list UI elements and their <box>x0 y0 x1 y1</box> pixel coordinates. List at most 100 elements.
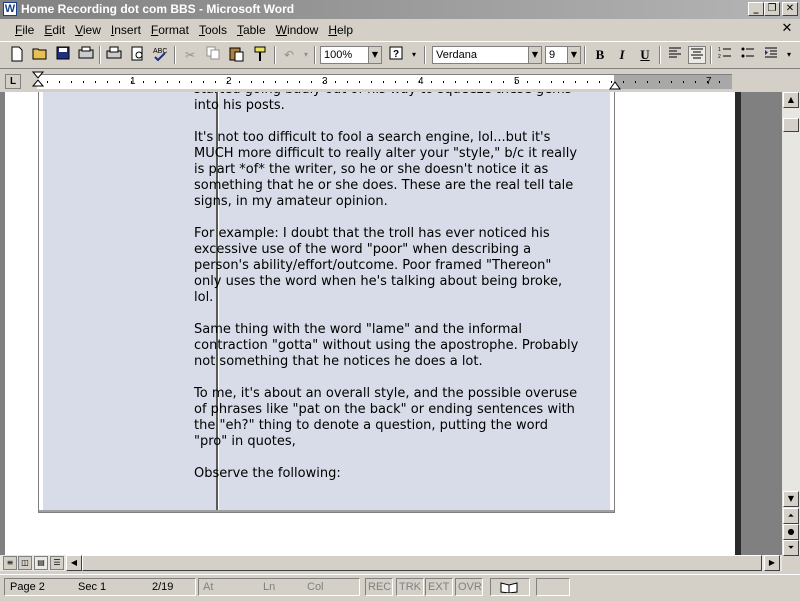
select-browse-object-icon[interactable]: ● <box>783 524 799 540</box>
ruler-area: L 1 2 3 4 5 7 <box>0 70 800 92</box>
document-page[interactable]: started going badly out of his way to sq… <box>5 92 741 555</box>
undo-dropdown-icon[interactable]: ▾ <box>297 46 315 64</box>
toolbar-separator <box>424 46 426 64</box>
close-button[interactable]: ✕ <box>782 2 798 16</box>
scroll-right-icon[interactable]: ▶ <box>764 555 780 571</box>
toolbar-options-icon[interactable]: ▾ <box>780 46 798 64</box>
copy-icon[interactable] <box>204 46 222 64</box>
right-indent-marker-icon[interactable] <box>609 80 621 90</box>
paragraph[interactable]: For example: I doubt that the troll has … <box>194 226 579 306</box>
document-close-icon[interactable]: ✕ <box>780 22 794 36</box>
paragraph[interactable]: Same thing with the word "lame" and the … <box>194 322 579 370</box>
new-document-icon[interactable] <box>8 46 26 64</box>
horizontal-ruler[interactable]: 1 2 3 4 5 7 <box>32 71 732 90</box>
vertical-scrollbar[interactable]: ▲ ▼ ⏶ ● ⏷ <box>782 92 800 556</box>
paragraph[interactable]: started going badly out of his way to sq… <box>194 92 579 114</box>
horizontal-scroll-thumb[interactable] <box>82 555 762 571</box>
status-ext[interactable]: EXT <box>428 578 449 596</box>
toolbar-separator <box>314 46 316 64</box>
menu-window[interactable]: Window <box>271 23 324 37</box>
restore-button[interactable]: ❐ <box>764 2 780 16</box>
font-name-select[interactable]: Verdana ▼ <box>432 46 542 64</box>
toolbar-options-icon[interactable]: ▾ <box>405 46 423 64</box>
document-text[interactable]: started going badly out of his way to sq… <box>194 92 579 498</box>
scroll-thumb[interactable] <box>783 118 799 132</box>
menu-bar: File Edit View Insert Format Tools Table… <box>0 19 800 42</box>
permission-icon[interactable] <box>77 46 95 64</box>
menu-file[interactable]: File <box>10 23 39 37</box>
scroll-up-icon[interactable]: ▲ <box>783 92 799 108</box>
menu-table[interactable]: Table <box>232 23 271 37</box>
cut-icon[interactable]: ✂ <box>181 46 199 64</box>
ruler-tick <box>203 81 204 83</box>
menu-insert[interactable]: Insert <box>106 23 146 37</box>
toolbar-separator <box>584 46 586 64</box>
ruler-tick <box>347 81 348 83</box>
align-center-icon[interactable] <box>688 46 706 64</box>
numbering-icon[interactable]: 12 <box>716 46 734 64</box>
print-icon[interactable] <box>105 46 123 64</box>
status-bar: Page 2 Sec 1 2/19 At Ln Col REC TRK EXT … <box>0 574 800 601</box>
undo-icon[interactable]: ↶ <box>280 46 298 64</box>
spelling-icon[interactable]: ABC <box>152 46 170 64</box>
chevron-down-icon[interactable]: ▼ <box>567 47 580 63</box>
menu-format[interactable]: Format <box>146 23 194 37</box>
italic-button[interactable]: I <box>613 46 631 64</box>
indent-icon[interactable] <box>762 46 780 64</box>
scroll-left-icon[interactable]: ◀ <box>66 555 82 571</box>
minimize-button[interactable]: _ <box>748 2 764 16</box>
word-app-icon[interactable]: W <box>3 2 17 16</box>
paragraph[interactable]: It's not too difficult to fool a search … <box>194 130 579 210</box>
previous-page-icon[interactable]: ⏶ <box>783 508 799 524</box>
indent-marker-icon[interactable] <box>32 71 44 93</box>
ruler-tick <box>119 81 120 83</box>
toolbar-separator <box>659 46 661 64</box>
print-layout-icon[interactable]: ▤ <box>34 556 48 570</box>
chevron-down-icon[interactable]: ▼ <box>528 47 541 63</box>
table-cell-left[interactable] <box>43 92 218 512</box>
outline-view-icon[interactable]: ☰ <box>50 556 64 570</box>
save-icon[interactable] <box>54 46 72 64</box>
ruler-tick <box>167 81 168 83</box>
toolbar-separator <box>174 46 176 64</box>
align-left-icon[interactable] <box>666 46 684 64</box>
menu-tools[interactable]: Tools <box>194 23 232 37</box>
next-page-icon[interactable]: ⏷ <box>783 540 799 556</box>
book-icon[interactable] <box>500 581 518 596</box>
open-folder-icon[interactable] <box>31 46 49 64</box>
ruler-tick <box>383 81 384 83</box>
print-preview-icon[interactable] <box>129 46 147 64</box>
ruler-tick <box>359 81 360 83</box>
paragraph[interactable]: Observe the following: <box>194 466 579 482</box>
svg-text:1: 1 <box>718 47 721 53</box>
help-icon[interactable]: ? <box>387 46 405 64</box>
status-trk[interactable]: TRK <box>399 578 421 596</box>
tab-stop-button[interactable]: L <box>5 74 21 89</box>
status-ovr[interactable]: OVR <box>458 578 482 596</box>
menu-help[interactable]: Help <box>323 23 358 37</box>
scroll-down-icon[interactable]: ▼ <box>783 491 799 507</box>
chevron-down-icon[interactable]: ▼ <box>368 47 381 63</box>
status-line: Ln <box>263 581 276 593</box>
menu-view[interactable]: View <box>70 23 106 37</box>
web-layout-icon[interactable]: ◫ <box>18 556 32 570</box>
ruler-tick <box>503 81 504 83</box>
menu-edit[interactable]: Edit <box>39 23 70 37</box>
paragraph[interactable]: To me, it's about an overall style, and … <box>194 386 579 450</box>
normal-view-icon[interactable]: ≡ <box>3 556 17 570</box>
bullets-icon[interactable] <box>739 46 757 64</box>
format-painter-icon[interactable] <box>251 46 269 64</box>
paste-icon[interactable] <box>228 46 246 64</box>
ruler-tick <box>299 81 300 83</box>
ruler-tick <box>143 81 144 83</box>
horizontal-scrollbar[interactable]: ≡ ◫ ▤ ☰ ◀ ▶ <box>0 555 782 571</box>
title-bar: W Home Recording dot com BBS - Microsoft… <box>0 0 800 19</box>
ruler-tick <box>455 81 456 83</box>
status-rec[interactable]: REC <box>368 578 391 596</box>
bold-button[interactable]: B <box>591 46 609 64</box>
zoom-select[interactable]: 100% ▼ <box>320 46 382 64</box>
underline-button[interactable]: U <box>636 46 654 64</box>
ruler-tick <box>551 81 552 83</box>
font-size-select[interactable]: 9 ▼ <box>545 46 581 64</box>
ruler-tick <box>623 81 624 83</box>
